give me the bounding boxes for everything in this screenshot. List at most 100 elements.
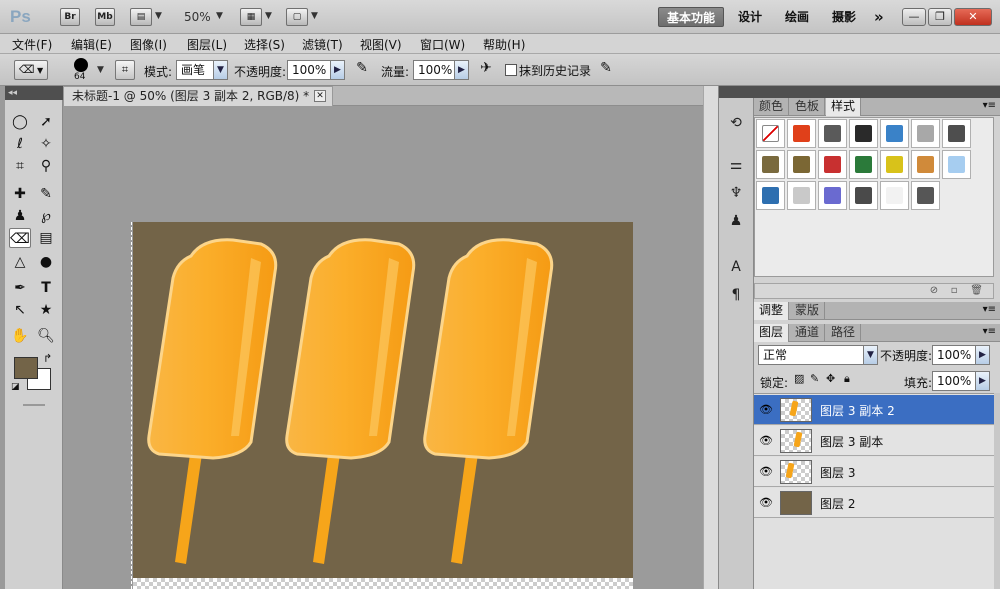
style-swatch[interactable] xyxy=(942,150,971,179)
menu-view[interactable]: 视图(V) xyxy=(360,36,402,53)
clear-style-icon[interactable]: ⊘ xyxy=(930,285,938,296)
style-swatch[interactable] xyxy=(849,119,878,148)
style-swatch[interactable] xyxy=(911,119,940,148)
layer-opacity-input[interactable]: 100% ▶ xyxy=(932,345,990,365)
pressure-opacity-icon[interactable]: ✎ xyxy=(352,60,372,80)
layer-row[interactable]: 👁︎ 图层 3 副本 2 xyxy=(754,395,994,425)
blur-tool-icon[interactable]: △ xyxy=(9,252,31,272)
style-swatch[interactable] xyxy=(818,119,847,148)
mini-bridge-button[interactable]: Mb xyxy=(95,8,115,26)
layer-row[interactable]: 👁︎ 图层 2 xyxy=(754,488,994,518)
workspace-essentials-button[interactable]: 基本功能 xyxy=(658,7,725,27)
tab-layers[interactable]: 图层 xyxy=(754,324,790,342)
move-tool-icon[interactable]: ➚ xyxy=(35,112,57,132)
healing-brush-tool-icon[interactable]: ✚ xyxy=(9,184,31,204)
flow-input[interactable]: 100% ▶ xyxy=(413,60,469,80)
style-swatch[interactable] xyxy=(818,150,847,179)
hand-tool-icon[interactable]: ✋ xyxy=(9,326,31,346)
zoom-level[interactable]: 50% xyxy=(184,10,211,24)
tool-preset-picker[interactable]: ⌫ ▼ xyxy=(14,60,48,80)
path-selection-tool-icon[interactable]: ↖ xyxy=(9,300,31,320)
new-style-icon[interactable]: ▫ xyxy=(951,285,958,296)
panel-menu-icon[interactable]: ▾≡ xyxy=(983,326,996,337)
gradient-tool-icon[interactable]: ▤ xyxy=(35,228,57,248)
history-brush-tool-icon[interactable]: ℘ xyxy=(35,206,57,226)
style-swatch[interactable] xyxy=(849,181,878,210)
style-swatch[interactable] xyxy=(787,150,816,179)
tab-adjustments[interactable]: 调整 xyxy=(754,302,790,320)
style-swatch[interactable] xyxy=(911,181,940,210)
arrange-documents-button[interactable]: ▦ xyxy=(240,8,262,26)
style-swatch[interactable] xyxy=(880,119,909,148)
eyedropper-tool-icon[interactable]: ⚲ xyxy=(35,156,57,176)
tools-panel-header[interactable]: ◂◂ xyxy=(5,86,63,100)
dodge-tool-icon[interactable]: ● xyxy=(35,252,57,272)
restore-button[interactable]: ❐ xyxy=(928,8,952,26)
crop-tool-icon[interactable]: ⌗ xyxy=(9,156,31,176)
lock-all-icon[interactable]: 🔒︎ xyxy=(844,372,850,386)
lock-transparent-icon[interactable]: ▨ xyxy=(794,372,804,385)
panels-header[interactable] xyxy=(754,86,1000,98)
close-document-icon[interactable]: ✕ xyxy=(314,90,326,102)
minimize-button[interactable]: — xyxy=(902,8,926,26)
tab-styles[interactable]: 样式 xyxy=(826,98,862,116)
tab-masks[interactable]: 蒙版 xyxy=(790,302,826,320)
style-swatch[interactable] xyxy=(756,150,785,179)
workspace-photography-button[interactable]: 摄影 xyxy=(824,7,864,27)
shape-tool-icon[interactable]: ★ xyxy=(35,300,57,320)
style-swatch[interactable] xyxy=(818,181,847,210)
style-swatch[interactable] xyxy=(849,150,878,179)
menu-select[interactable]: 选择(S) xyxy=(244,36,285,53)
layer-row[interactable]: 👁︎ 图层 3 xyxy=(754,457,994,487)
airbrush-icon[interactable]: ✈ xyxy=(476,60,496,80)
lock-image-icon[interactable]: ✎ xyxy=(810,372,819,385)
brush-panel-toggle[interactable]: ⌗ xyxy=(115,60,135,80)
zoom-tool-icon[interactable]: 🔍︎ xyxy=(35,326,57,346)
delete-style-icon[interactable]: 🗑︎ xyxy=(970,285,983,296)
menu-layer[interactable]: 图层(L) xyxy=(187,36,227,53)
brush-presets-icon[interactable]: ⚌ xyxy=(725,154,747,176)
visibility-eye-icon[interactable]: 👁︎ xyxy=(756,401,776,419)
paragraph-panel-icon[interactable]: ¶ xyxy=(725,284,747,306)
tab-paths[interactable]: 路径 xyxy=(826,324,862,342)
style-swatch[interactable] xyxy=(911,150,940,179)
eraser-tool-icon[interactable]: ⌫ xyxy=(9,228,31,248)
visibility-eye-icon[interactable]: 👁︎ xyxy=(756,432,776,450)
character-panel-icon[interactable]: A xyxy=(725,256,747,278)
clone-stamp-tool-icon[interactable]: ♟ xyxy=(9,206,31,226)
quick-selection-tool-icon[interactable]: ✧ xyxy=(35,134,57,154)
menu-image[interactable]: 图像(I) xyxy=(130,36,167,53)
document-canvas[interactable] xyxy=(133,222,633,589)
swap-colors-icon[interactable]: ↱ xyxy=(43,352,52,365)
style-swatch[interactable] xyxy=(942,119,971,148)
brush-panel-icon[interactable]: ♆ xyxy=(725,182,747,204)
menu-file[interactable]: 文件(F) xyxy=(12,36,52,53)
document-tab[interactable]: 未标题-1 @ 50% (图层 3 副本 2, RGB/8) * ✕ xyxy=(63,86,333,106)
panel-menu-icon[interactable]: ▾≡ xyxy=(983,100,996,111)
style-swatch[interactable] xyxy=(880,181,909,210)
view-extras-button[interactable]: ▤ xyxy=(130,8,152,26)
tab-channels[interactable]: 通道 xyxy=(790,324,826,342)
visibility-eye-icon[interactable]: 👁︎ xyxy=(756,494,776,512)
dock-header[interactable] xyxy=(719,86,755,98)
brush-picker-chevron-icon[interactable]: ▼ xyxy=(97,65,104,75)
style-swatch[interactable] xyxy=(756,181,785,210)
bridge-button[interactable]: Br xyxy=(60,8,80,26)
opacity-input[interactable]: 100% ▶ xyxy=(287,60,345,80)
pen-tool-icon[interactable]: ✒ xyxy=(9,278,31,298)
view-extras-chevron-icon[interactable]: ▼ xyxy=(155,11,162,21)
marquee-tool-icon[interactable]: ◯ xyxy=(9,112,31,132)
tab-color[interactable]: 颜色 xyxy=(754,98,790,116)
type-tool-icon[interactable]: T xyxy=(35,278,57,298)
workspace-design-button[interactable]: 设计 xyxy=(730,7,770,27)
menu-window[interactable]: 窗口(W) xyxy=(420,36,465,53)
layers-scrollbar[interactable] xyxy=(994,393,1000,589)
foreground-color-swatch[interactable] xyxy=(14,357,38,379)
menu-edit[interactable]: 编辑(E) xyxy=(71,36,112,53)
blend-mode-select[interactable]: 正常 ▼ xyxy=(758,345,878,365)
brush-preview-icon[interactable] xyxy=(74,58,88,72)
lasso-tool-icon[interactable]: ℓ xyxy=(9,134,31,154)
screen-mode-chevron-icon[interactable]: ▼ xyxy=(311,11,318,21)
style-swatch[interactable] xyxy=(787,181,816,210)
brush-tool-icon[interactable]: ✎ xyxy=(35,184,57,204)
